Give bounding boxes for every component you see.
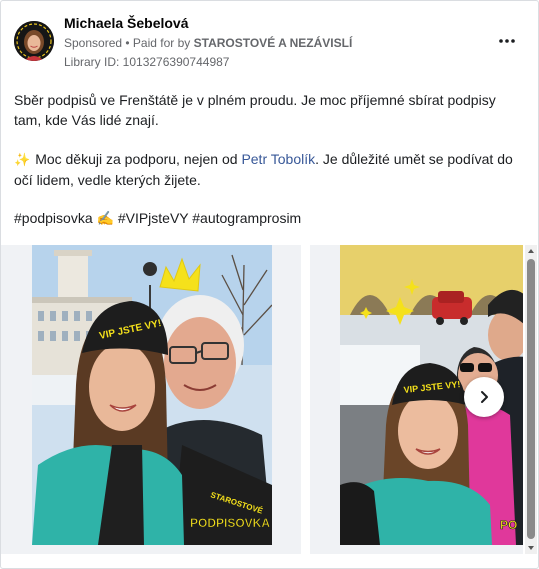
sponsored-label: Sponsored xyxy=(64,36,123,50)
library-id: Library ID: 1013276390744987 xyxy=(64,55,230,69)
post-hashtags[interactable]: #podpisovka ✍️ #VIPjsteVY #autogramprosi… xyxy=(14,208,524,228)
paid-for-by[interactable]: STAROSTOVÉ A NEZÁVISLÍ xyxy=(194,36,353,50)
avatar-image xyxy=(14,21,54,61)
more-options-button[interactable] xyxy=(495,29,519,53)
carousel-slide-1[interactable]: STAROSTOVÉ VIP JSTE VY! PODPISOVKA xyxy=(1,245,301,554)
paid-for-prefix: Paid for by xyxy=(132,36,194,50)
image-carousel[interactable]: STAROSTOVÉ VIP JSTE VY! PODPISOVKA VIP J… xyxy=(1,245,523,554)
scroll-down-icon[interactable] xyxy=(526,543,536,553)
ad-card: Michaela Šebelová Sponsored • Paid for b… xyxy=(0,0,539,569)
author-avatar[interactable] xyxy=(14,21,54,61)
scrollbar-thumb[interactable] xyxy=(527,259,535,539)
meta-separator: • xyxy=(122,36,133,50)
scroll-up-icon[interactable] xyxy=(526,246,536,256)
sparkles-icon: ✨ xyxy=(14,152,31,167)
sponsored-line: Sponsored • Paid for by STAROSTOVÉ A NEZ… xyxy=(64,36,352,50)
post-paragraph-1: Sběr podpisů ve Frenštátě je v plném pro… xyxy=(14,92,496,128)
photo-selfie-with-man: STAROSTOVÉ VIP JSTE VY! PODPISOVKA xyxy=(32,245,272,545)
chevron-right-icon xyxy=(481,391,488,403)
podpisovka-sticker: PODPISOVKA xyxy=(190,516,270,530)
paragraph-2-before: Moc děkuji za podporu, nejen od xyxy=(35,151,242,167)
podpisovka-sticker-2: PO xyxy=(500,518,517,532)
more-options-icon xyxy=(499,39,515,43)
post-paragraph-2: ✨ Moc děkuji za podporu, nejen od Petr To… xyxy=(14,149,524,190)
mention-link[interactable]: Petr Tobolík xyxy=(241,151,315,167)
author-name[interactable]: Michaela Šebelová xyxy=(64,15,189,31)
carousel-scrollbar[interactable] xyxy=(525,245,537,554)
carousel-next-button[interactable] xyxy=(464,377,504,417)
